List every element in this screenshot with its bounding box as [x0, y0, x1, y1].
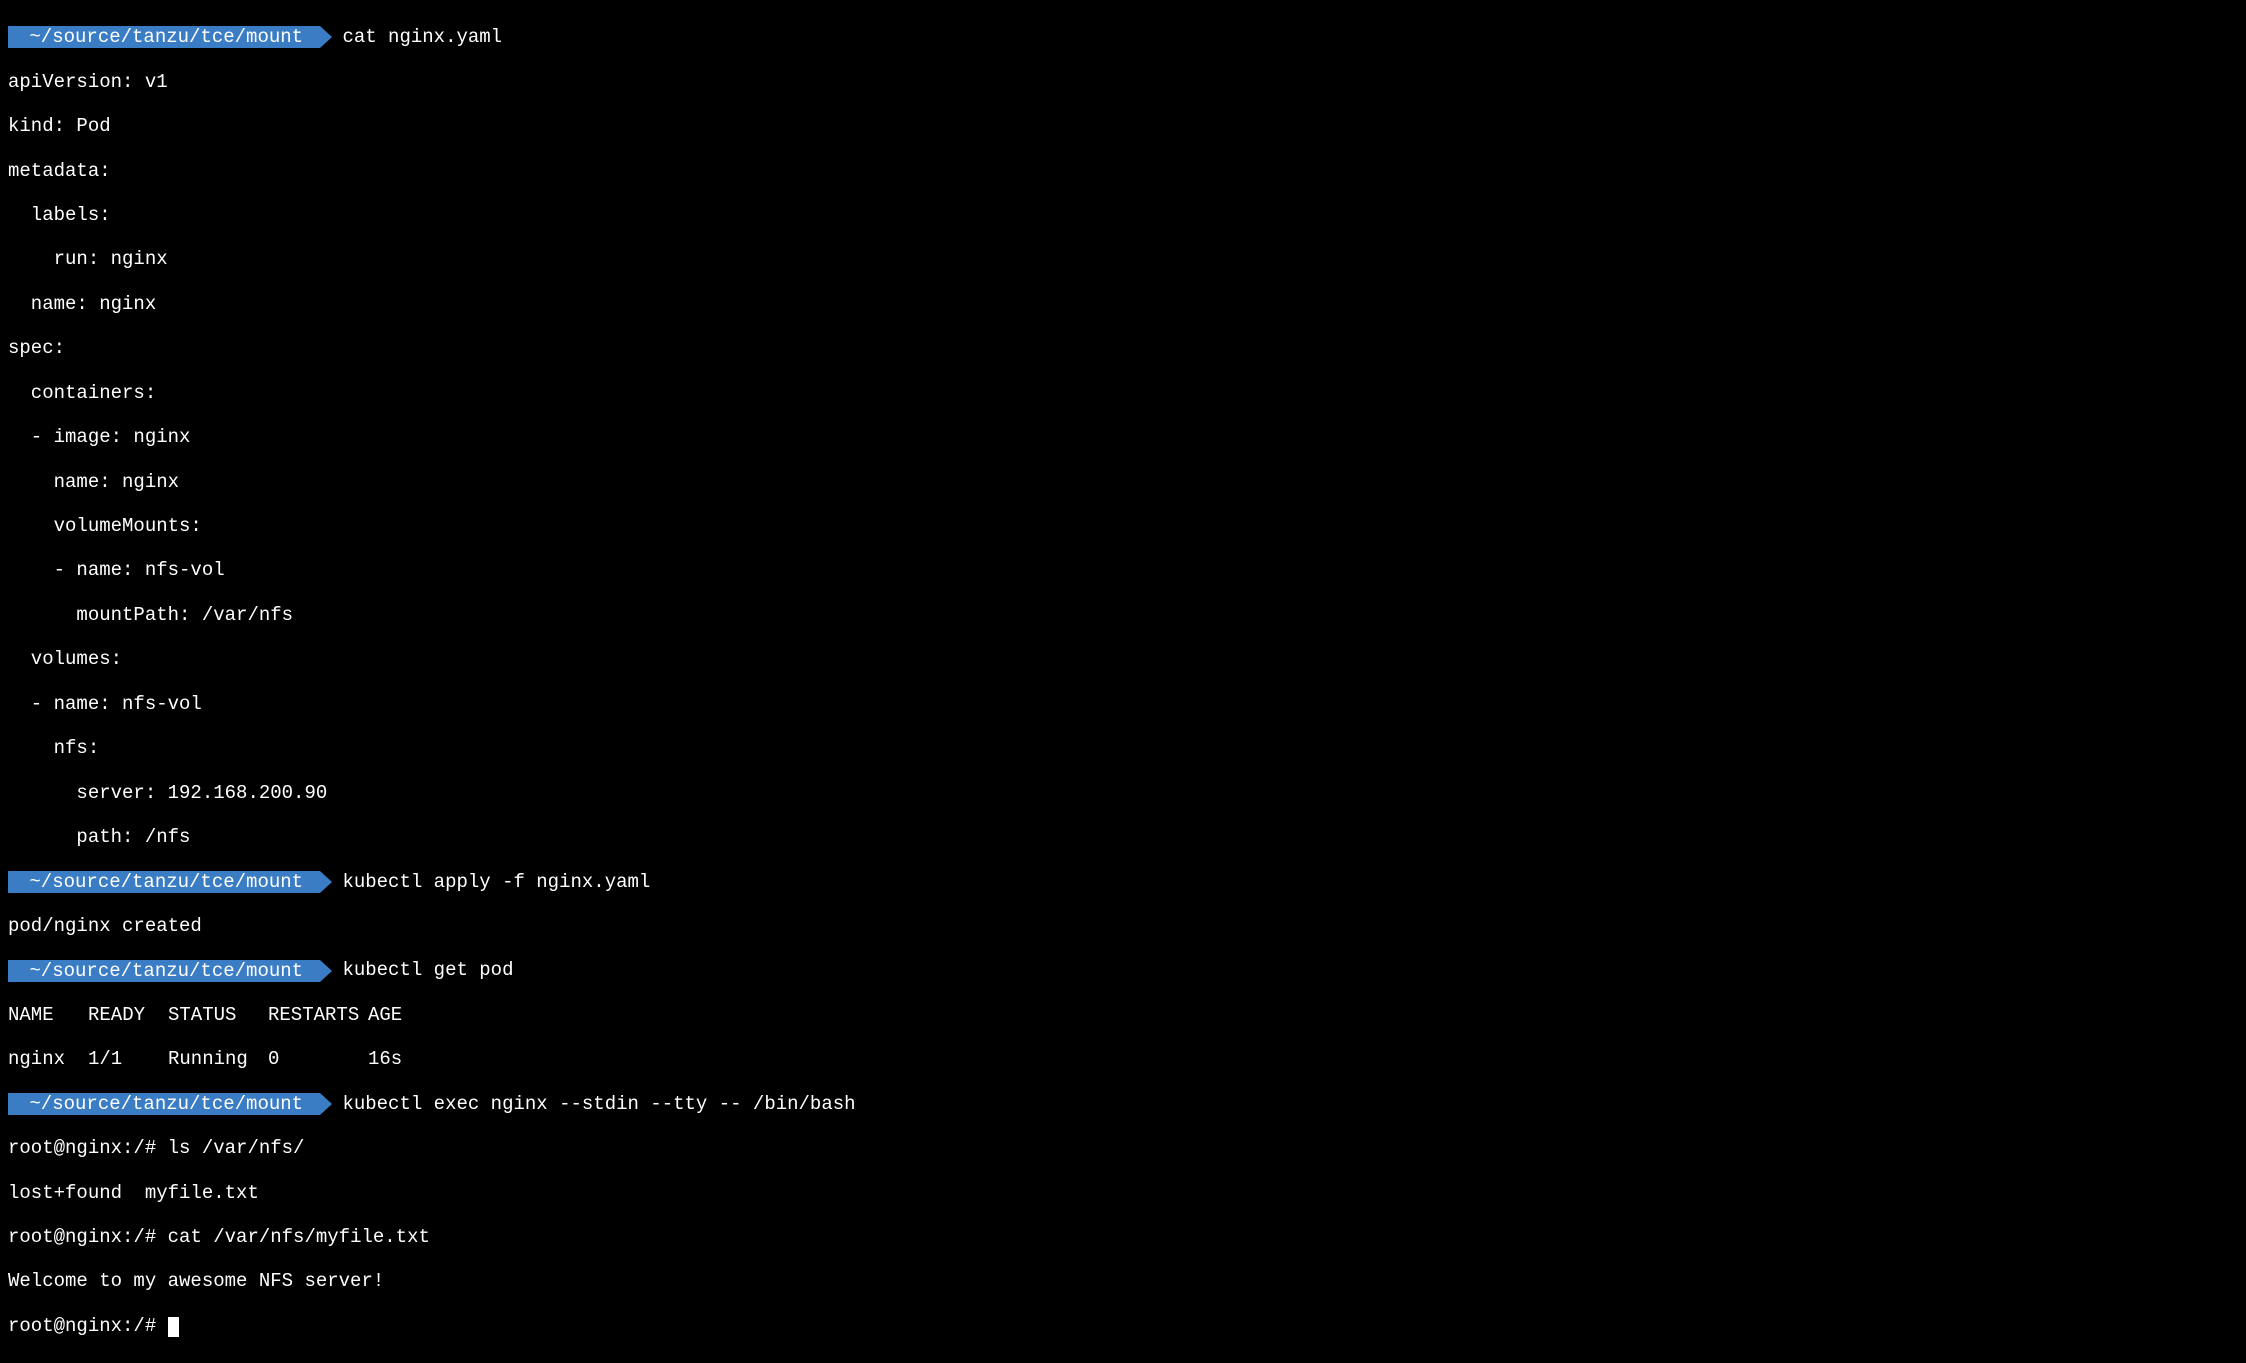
shell-line: root@nginx:/# [8, 1315, 2238, 1337]
prompt-arrow-icon [320, 1093, 332, 1115]
col-restarts-value: 0 [268, 1048, 368, 1070]
yaml-line: nfs: [8, 737, 2238, 759]
yaml-line: run: nginx [8, 248, 2238, 270]
yaml-line: labels: [8, 204, 2238, 226]
prompt-line-4: ~/source/tanzu/tce/mount kubectl exec ng… [8, 1093, 2238, 1115]
prompt-badge: ~/source/tanzu/tce/mount [8, 26, 320, 48]
prompt-badge: ~/source/tanzu/tce/mount [8, 960, 320, 982]
apply-output: pod/nginx created [8, 915, 2238, 937]
yaml-line: volumes: [8, 648, 2238, 670]
shell-prompt: root@nginx:/# [8, 1315, 168, 1337]
yaml-line: containers: [8, 382, 2238, 404]
command-text: kubectl get pod [342, 959, 513, 981]
shell-line: root@nginx:/# ls /var/nfs/ [8, 1137, 2238, 1159]
col-restarts-header: RESTARTS [268, 1004, 368, 1026]
shell-line: root@nginx:/# cat /var/nfs/myfile.txt [8, 1226, 2238, 1248]
prompt-badge: ~/source/tanzu/tce/mount [8, 1093, 320, 1115]
col-name-value: nginx [8, 1048, 88, 1070]
prompt-line-2: ~/source/tanzu/tce/mount kubectl apply -… [8, 871, 2238, 893]
prompt-arrow-icon [320, 871, 332, 893]
yaml-line: server: 192.168.200.90 [8, 782, 2238, 804]
shell-output: lost+found myfile.txt [8, 1182, 2238, 1204]
prompt-line-1: ~/source/tanzu/tce/mount cat nginx.yaml [8, 26, 2238, 48]
prompt-arrow-icon [320, 960, 332, 982]
shell-prompt: root@nginx:/# [8, 1137, 168, 1159]
pod-table-row: nginx1/1Running016s [8, 1048, 2238, 1070]
yaml-line: name: nginx [8, 293, 2238, 315]
col-name-header: NAME [8, 1004, 88, 1026]
shell-command: cat /var/nfs/myfile.txt [168, 1226, 430, 1248]
yaml-line: - image: nginx [8, 426, 2238, 448]
command-text: kubectl exec nginx --stdin --tty -- /bin… [342, 1093, 855, 1115]
yaml-line: - name: nfs-vol [8, 693, 2238, 715]
yaml-line: apiVersion: v1 [8, 71, 2238, 93]
col-age-value: 16s [368, 1048, 428, 1070]
col-status-header: STATUS [168, 1004, 268, 1026]
yaml-line: volumeMounts: [8, 515, 2238, 537]
terminal[interactable]: ~/source/tanzu/tce/mount cat nginx.yaml … [0, 0, 2246, 1363]
yaml-line: mountPath: /var/nfs [8, 604, 2238, 626]
yaml-line: kind: Pod [8, 115, 2238, 137]
col-ready-value: 1/1 [88, 1048, 168, 1070]
yaml-line: path: /nfs [8, 826, 2238, 848]
yaml-line: - name: nfs-vol [8, 559, 2238, 581]
command-text: kubectl apply -f nginx.yaml [342, 871, 650, 893]
yaml-line: metadata: [8, 160, 2238, 182]
yaml-line: spec: [8, 337, 2238, 359]
cursor[interactable] [168, 1317, 179, 1337]
shell-command: ls /var/nfs/ [168, 1137, 305, 1159]
prompt-badge: ~/source/tanzu/tce/mount [8, 871, 320, 893]
yaml-line: name: nginx [8, 471, 2238, 493]
shell-prompt: root@nginx:/# [8, 1226, 168, 1248]
col-ready-header: READY [88, 1004, 168, 1026]
prompt-arrow-icon [320, 26, 332, 48]
command-text: cat nginx.yaml [342, 26, 502, 48]
pod-table-header: NAMEREADYSTATUSRESTARTSAGE [8, 1004, 2238, 1026]
col-status-value: Running [168, 1048, 268, 1070]
prompt-line-3: ~/source/tanzu/tce/mount kubectl get pod [8, 959, 2238, 981]
col-age-header: AGE [368, 1004, 428, 1026]
shell-output: Welcome to my awesome NFS server! [8, 1270, 2238, 1292]
